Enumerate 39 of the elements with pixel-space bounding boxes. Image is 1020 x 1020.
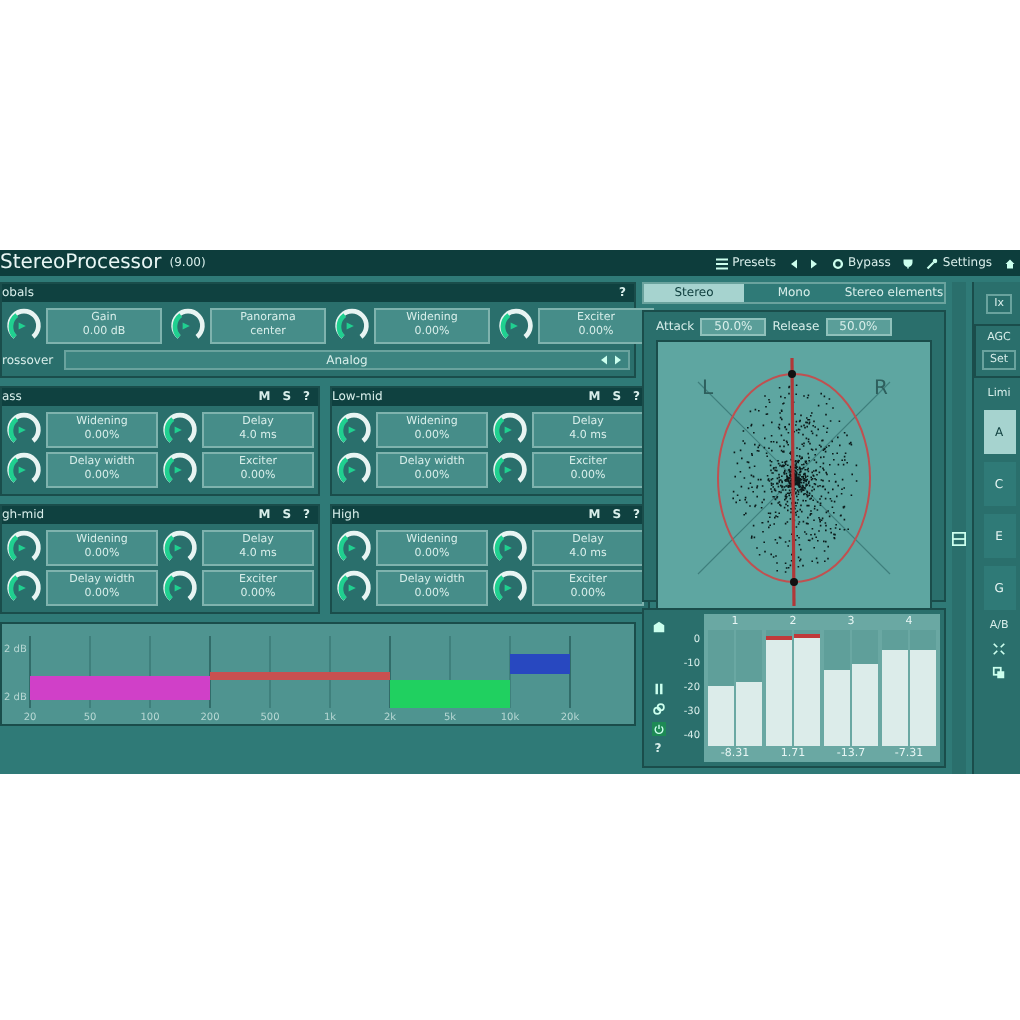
power-icon[interactable] [651,722,665,736]
knob[interactable] [162,570,198,606]
split-icon[interactable] [952,532,966,546]
left-arrow-icon [598,354,610,366]
knob[interactable] [336,412,372,448]
knob[interactable] [492,530,528,566]
pause-icon[interactable] [651,682,665,696]
home-icon[interactable] [1004,257,1016,269]
knob[interactable] [6,570,42,606]
knob[interactable] [162,452,198,488]
copy-icon[interactable] [992,666,1007,680]
expand-icon[interactable] [992,642,1007,656]
knob[interactable] [162,530,198,566]
knob[interactable] [6,412,42,448]
knob[interactable] [6,530,42,566]
knob[interactable] [498,308,534,344]
link-icon[interactable] [651,702,665,716]
knob[interactable] [162,412,198,448]
left-channel-label: L [702,378,714,400]
knob[interactable] [492,570,528,606]
grid-icon [716,257,729,269]
next-arrow-icon[interactable] [807,257,820,269]
knob[interactable] [170,308,206,344]
knob[interactable] [336,530,372,566]
knob[interactable] [6,308,42,344]
wrench-icon [926,257,939,269]
trophy-icon[interactable] [902,257,915,269]
knob[interactable] [492,412,528,448]
app-title: StereoProcessor [0,252,162,274]
knob[interactable] [336,570,372,606]
knob[interactable] [336,452,372,488]
right-arrow-icon [612,354,624,366]
knob[interactable] [334,308,370,344]
previous-arrow-icon[interactable] [787,257,800,269]
knob[interactable] [6,452,42,488]
right-channel-label: R [874,378,888,400]
knob[interactable] [492,452,528,488]
piano-icon[interactable] [651,620,665,634]
gear-icon [831,257,844,269]
